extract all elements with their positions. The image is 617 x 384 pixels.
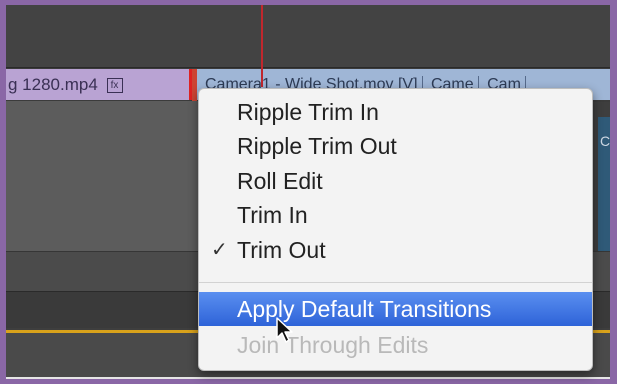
menu-item-label: Ripple Trim Out: [237, 133, 397, 159]
menu-item-label: Trim In: [237, 202, 308, 228]
clip-body: [6, 101, 198, 251]
mouse-pointer-icon: [276, 317, 293, 343]
menu-item-label: Join Through Edits: [237, 332, 429, 358]
menu-item-apply-default-transitions[interactable]: Apply Default Transitions: [199, 292, 592, 326]
menu-item-roll-edit[interactable]: Roll Edit: [199, 164, 592, 198]
checkmark-icon: ✓: [211, 239, 228, 261]
menu-item-label: Roll Edit: [237, 168, 323, 194]
thumbnail-label: Ca: [600, 133, 610, 149]
menu-item-label: Ripple Trim In: [237, 99, 379, 125]
video-clip-left[interactable]: g 1280.mp4 fx: [6, 69, 192, 100]
fx-badge-icon[interactable]: fx: [106, 78, 123, 94]
menu-item-trim-in[interactable]: Trim In: [199, 198, 592, 232]
playhead-line[interactable]: [261, 5, 263, 87]
menu-item-label: Trim Out: [237, 237, 326, 263]
menu-item-ripple-trim-out[interactable]: Ripple Trim Out: [199, 129, 592, 163]
context-menu: Ripple Trim In Ripple Trim Out Roll Edit…: [198, 88, 593, 371]
menu-separator: [199, 282, 592, 283]
menu-item-ripple-trim-in[interactable]: Ripple Trim In: [199, 95, 592, 129]
ruler-strip: [6, 377, 610, 379]
menu-item-trim-out[interactable]: ✓ Trim Out: [199, 233, 592, 267]
clip-left-label: g 1280.mp4: [8, 75, 98, 94]
timeline-track-area: [6, 5, 610, 67]
menu-item-join-through-edits[interactable]: Join Through Edits: [199, 328, 592, 362]
